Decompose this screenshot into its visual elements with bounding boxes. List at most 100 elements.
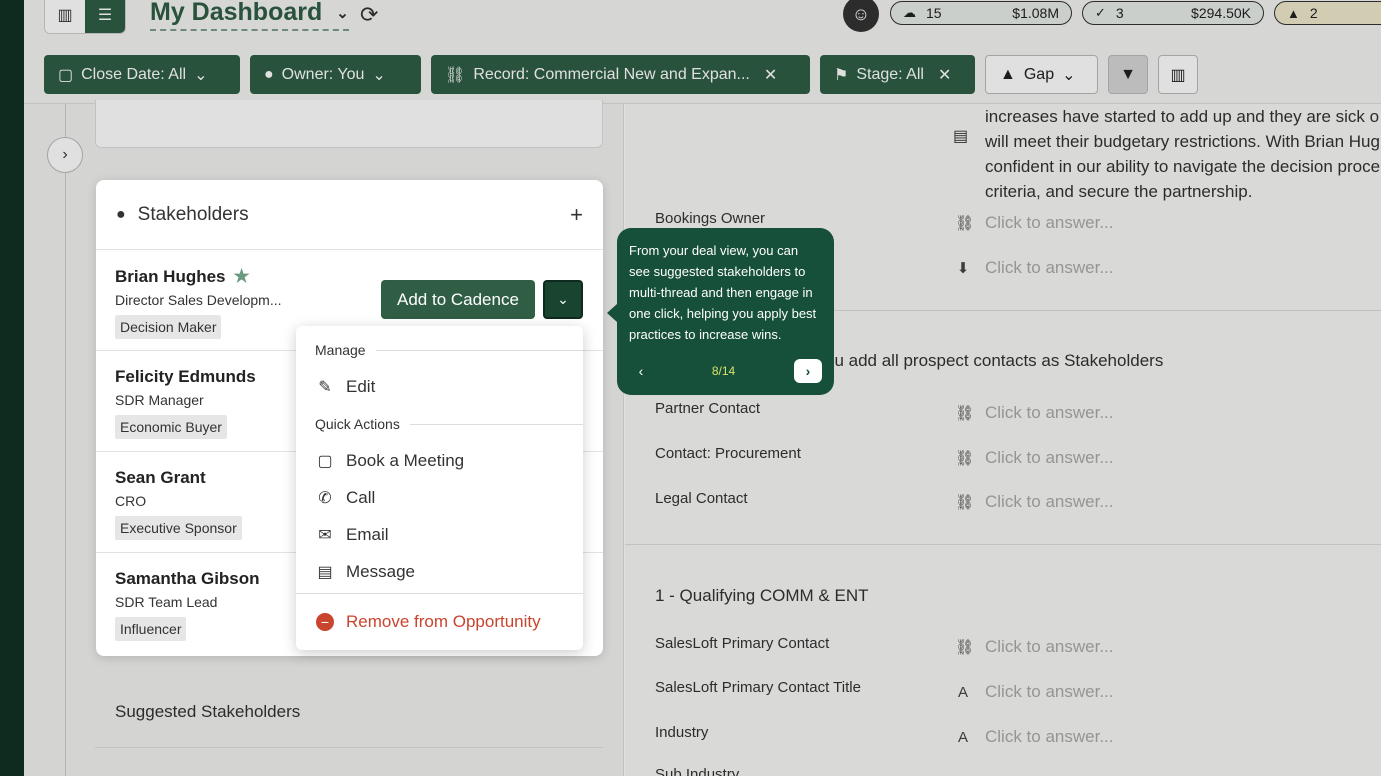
divider [65,104,66,776]
header: ▥ ☰ My Dashboard ⌄ ⟳ ☺ ☁ 15 $1.08M ✓ 3 $… [24,0,1381,104]
columns-icon[interactable]: ▥ [1158,55,1198,94]
owner-filter[interactable]: ● Owner: You ⌄ [250,55,421,94]
answer-placeholder: Click to answer... [985,403,1114,422]
link-icon: ⛓ [955,215,975,232]
menu-item-label: Edit [346,377,376,396]
answer-field[interactable]: ⬇ Click to answer... [955,258,1114,278]
menu-group-quick-actions: Quick Actions [315,416,583,432]
field-label: Industry [655,724,709,741]
chevron-right-icon[interactable]: › [47,137,83,173]
tooltip-text: From your deal view, you can see suggest… [629,243,817,342]
phone-icon: ✆ [318,490,332,507]
stat-pill-warning[interactable]: ▲ 2 $ [1274,1,1381,25]
gap-filter[interactable]: ▲ Gap ⌄ [985,55,1098,94]
filter-funnel-icon[interactable]: ▼ [1108,55,1148,94]
notes-text: increases have started to add up and the… [985,107,1381,201]
guide-tooltip: From your deal view, you can see suggest… [607,228,834,395]
field-label: Bookings Owner [655,210,766,227]
menu-group-label: Manage [315,342,366,358]
link-icon: ⛓ [955,639,975,656]
filter-bar: ▢ Close Date: All ⌄ ● Owner: You ⌄ ⛓ Rec… [44,55,1198,94]
stage-filter[interactable]: ⚑ Stage: All ✕ [820,55,975,94]
tooltip-step-counter: 8/14 [711,364,736,378]
stat-count: 15 [926,5,942,21]
link-icon: ⛓ [955,494,975,511]
answer-field[interactable]: ⛓ Click to answer... [955,213,1114,233]
role-badge: Influencer [115,617,187,641]
close-icon[interactable]: ✕ [938,65,951,85]
board-view-icon[interactable]: ▥ [45,0,85,33]
right-column: increases have started to add up and the… [625,104,1381,776]
warning-icon: ▲ [1287,5,1300,21]
view-toggle: ▥ ☰ [44,0,126,34]
chevron-down-icon[interactable]: ⌄ [543,280,583,319]
menu-group-label: Quick Actions [315,416,400,432]
add-stakeholder-icon[interactable]: + [570,202,583,228]
answer-field[interactable]: ⛓ Click to answer... [955,403,1114,423]
answer-field[interactable]: A Click to answer... [955,727,1114,747]
tooltip-nav: ‹ 8/14 › [629,359,822,383]
menu-item-label: Email [346,525,389,544]
warning-icon: ▲ [1000,65,1016,83]
answer-placeholder: Click to answer... [985,448,1114,467]
add-to-cadence-button[interactable]: Add to Cadence [381,280,535,319]
menu-item-book-meeting[interactable]: ▢ Book a Meeting [316,451,464,471]
previous-card [95,100,603,148]
field-label: Contact: Procurement [655,445,801,462]
dashboard-title[interactable]: My Dashboard ⌄ [150,0,349,31]
menu-item-call[interactable]: ✆ Call [316,488,375,508]
cloud-icon: ☁ [903,5,916,20]
close-icon[interactable]: ✕ [764,65,777,85]
refresh-icon[interactable]: ⟳ [360,2,378,28]
chevron-left-icon[interactable]: ‹ [629,363,653,379]
stat-pill-open[interactable]: ☁ 15 $1.08M [890,1,1072,25]
avatar[interactable]: ☺ [843,0,879,32]
download-icon: ⬇ [956,260,970,277]
star-icon[interactable]: ★ [234,266,250,287]
menu-item-label: Message [346,562,415,581]
answer-field[interactable]: ⛓ Click to answer... [955,637,1114,657]
field-label: Legal Contact [655,490,748,507]
role-badge: Executive Sponsor [115,516,242,540]
suggested-stakeholders-section[interactable]: Suggested Stakeholders [95,664,603,748]
answer-field[interactable]: ⛓ Click to answer... [955,448,1114,468]
list-view-icon[interactable]: ☰ [85,0,125,33]
check-icon: ✓ [1095,5,1106,20]
text-icon: A [957,683,968,701]
filter-label: Stage: All [856,65,924,83]
menu-item-label: Remove from Opportunity [346,612,541,631]
record-filter[interactable]: ⛓ Record: Commercial New and Expan... ✕ [431,55,810,94]
link-icon: ⛓ [955,450,975,467]
role-badge: Economic Buyer [115,415,227,439]
close-date-filter[interactable]: ▢ Close Date: All ⌄ [44,55,240,94]
comment-icon: ▤ [953,128,969,145]
menu-item-remove[interactable]: − Remove from Opportunity [316,612,541,632]
stakeholder-name[interactable]: Brian Hughes [115,267,226,287]
field-label: Partner Contact [655,400,761,417]
chevron-down-icon: ⌄ [1062,66,1076,84]
link-icon: ⛓ [955,405,975,422]
stat-amount: $294.50K [1191,5,1251,21]
filter-label: Owner: You [281,65,365,83]
text-icon: A [957,728,968,746]
chevron-right-icon[interactable]: › [793,359,822,383]
card-title: Stakeholders [137,203,249,225]
menu-item-label: Call [346,488,376,507]
answer-placeholder: Click to answer... [985,637,1114,656]
answer-field[interactable]: ⛓ Click to answer... [955,492,1114,512]
menu-item-email[interactable]: ✉ Email [316,525,389,545]
menu-item-edit[interactable]: ✎ Edit [316,377,375,397]
section-title: 1 - Qualifying COMM & ENT [655,586,869,605]
remove-circle-icon: − [316,613,334,631]
stat-pill-won[interactable]: ✓ 3 $294.50K [1082,1,1264,25]
user-icon: ● [264,65,274,83]
answer-field[interactable]: A Click to answer... [955,682,1114,702]
answer-placeholder: Click to answer... [985,682,1114,701]
calendar-icon: ▢ [317,453,333,470]
menu-item-label: Book a Meeting [346,451,465,470]
menu-item-message[interactable]: ▤ Message [316,562,415,582]
stat-count: 2 [1309,5,1318,21]
stat-count: 3 [1115,5,1124,21]
envelope-icon: ✉ [318,527,332,544]
answer-placeholder: Click to answer... [985,213,1114,232]
